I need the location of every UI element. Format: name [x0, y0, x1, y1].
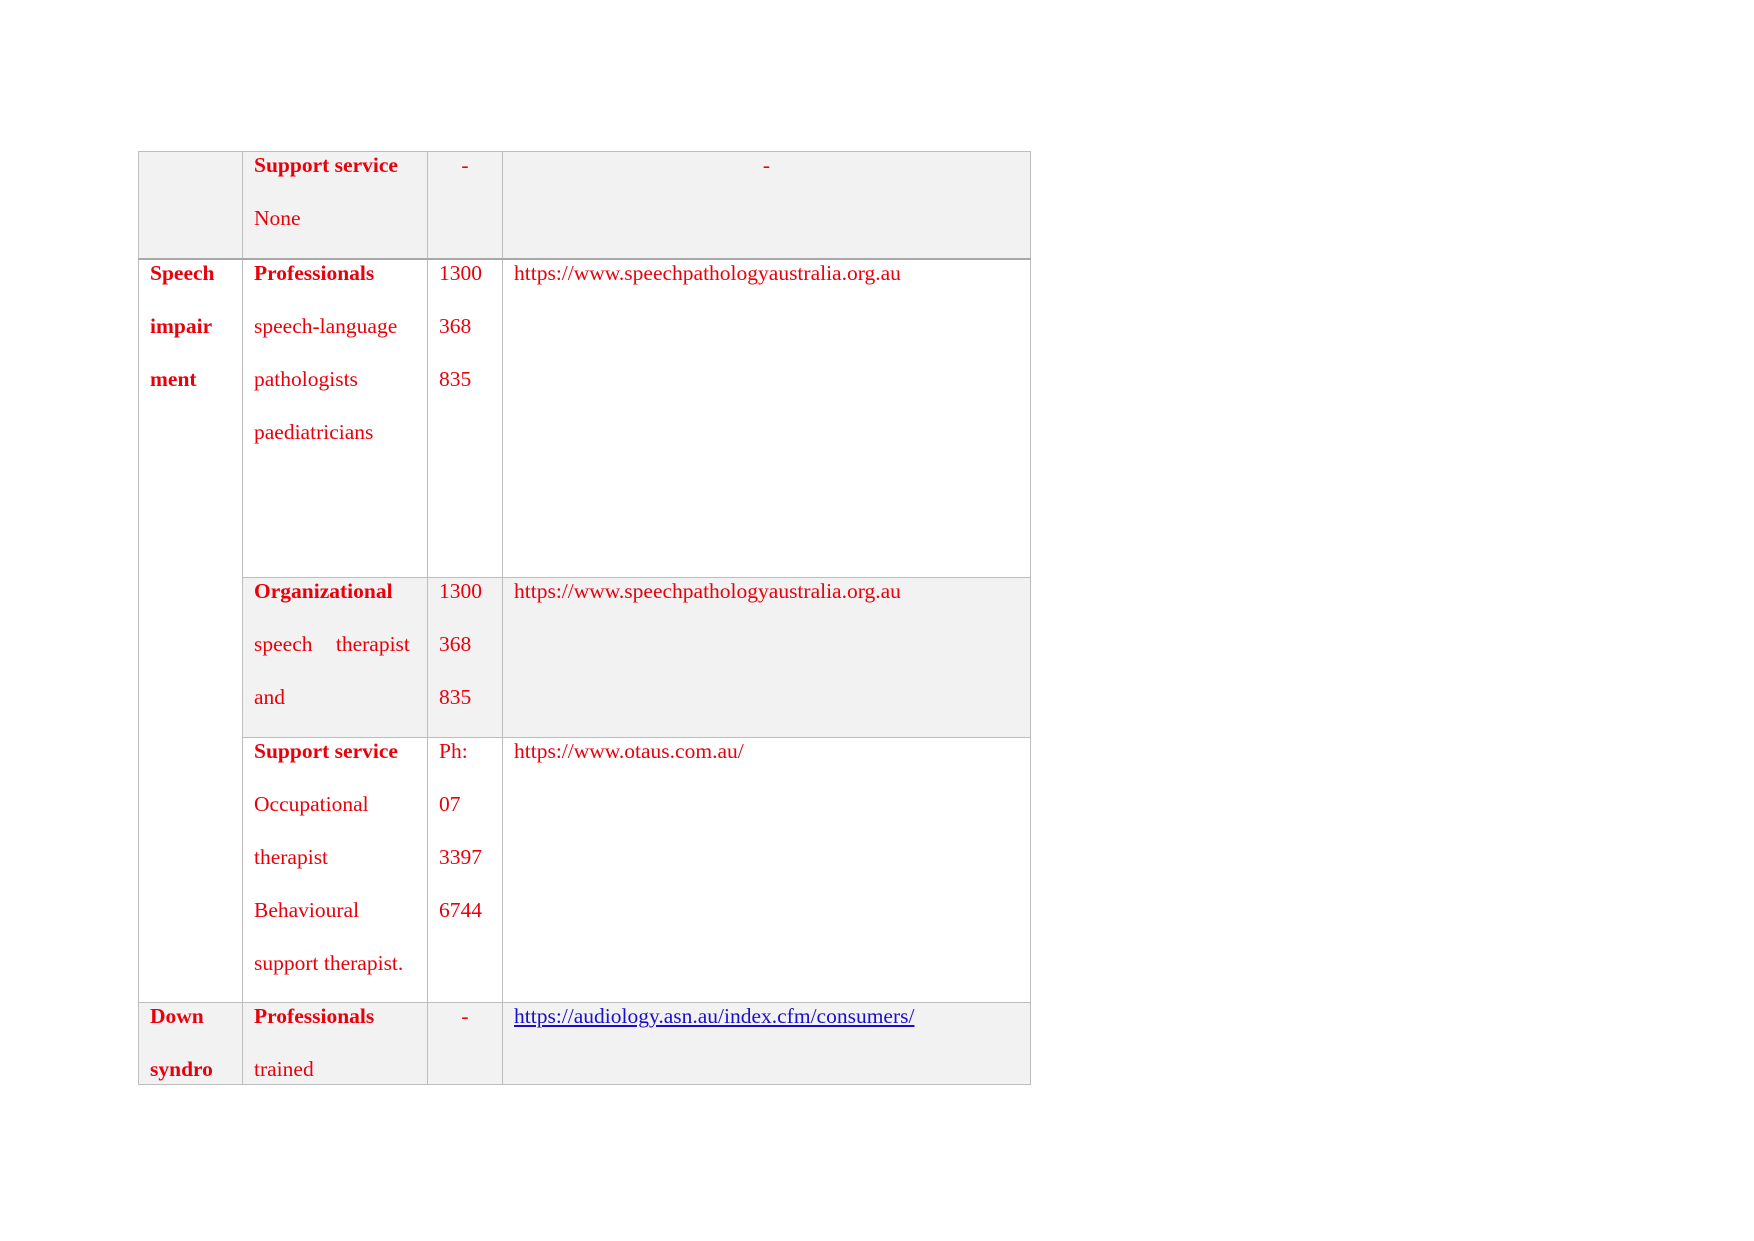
url-text: https://www.speechpathologyaustralia.org… — [514, 260, 901, 285]
table-row: Organizational speech therapist and 1300… — [139, 577, 1031, 738]
service-line: pathologists — [254, 366, 358, 391]
service-line: Occupational — [254, 792, 369, 816]
phone-cell: - — [427, 151, 503, 260]
service-line: speech-language — [254, 313, 398, 338]
condition-cell: Speech impair ment — [138, 258, 243, 1003]
phone-line: - — [461, 153, 469, 177]
url-cell: - — [502, 151, 1031, 260]
audiology-link[interactable]: https://audiology.asn.au/index.cfm/consu… — [514, 1004, 1019, 1044]
service-cell: Support service None — [242, 151, 428, 260]
service-cell: Organizational speech therapist and — [242, 577, 428, 738]
phone-cell: 1300 368 835 — [427, 258, 503, 578]
service-title: Professionals — [254, 260, 375, 285]
service-line: trained — [254, 1057, 314, 1081]
condition-line: syndro — [150, 1057, 213, 1081]
phone-cell: - — [427, 1002, 503, 1085]
condition-line: ment — [150, 366, 197, 391]
service-title: Support service — [254, 739, 398, 763]
url-text: - — [762, 153, 771, 177]
condition-line: Speech — [150, 260, 215, 285]
phone-line: 6744 — [439, 898, 482, 922]
service-cell: Professionals trained — [242, 1002, 428, 1085]
url-cell: https://audiology.asn.au/index.cfm/consu… — [502, 1002, 1031, 1085]
service-cell: Support service Occupational therapist B… — [242, 737, 428, 1003]
service-line: paediatricians — [254, 419, 374, 444]
service-line: speech therapist — [254, 632, 410, 656]
condition-line: impair — [150, 313, 213, 338]
url-cell: https://www.speechpathologyaustralia.org… — [502, 258, 1031, 578]
phone-line: 835 — [439, 685, 472, 709]
service-title: Support service — [254, 153, 398, 177]
phone-line: 3397 — [439, 845, 482, 869]
phone-line: 07 — [439, 792, 461, 816]
phone-line: - — [461, 1004, 469, 1028]
phone-line: 368 — [439, 313, 472, 338]
url-text: https://www.speechpathologyaustralia.org… — [514, 579, 901, 603]
phone-cell: Ph: 07 3397 6744 — [427, 737, 503, 1003]
url-text: https://www.otaus.com.au/ — [514, 739, 744, 763]
condition-cell — [138, 151, 243, 260]
phone-line: 1300 — [439, 260, 482, 285]
condition-cell: Down syndro — [138, 1002, 243, 1085]
condition-line: Down — [150, 1004, 204, 1028]
table-row: Down syndro Professionals trained - http… — [138, 1002, 1031, 1085]
service-line: support therapist. — [254, 951, 404, 975]
service-title: Organizational — [254, 579, 393, 603]
table-row: Speech impair ment Professionals speech-… — [138, 258, 1031, 1003]
url-cell: https://www.speechpathologyaustralia.org… — [502, 577, 1031, 738]
service-line: therapist — [254, 845, 329, 869]
table-row: Support service Occupational therapist B… — [139, 737, 1031, 1003]
phone-cell: 1300 368 835 — [427, 577, 503, 738]
service-line: Behavioural — [254, 898, 360, 922]
service-line: and — [254, 685, 286, 709]
phone-line: 368 — [439, 632, 472, 656]
service-line: None — [254, 206, 301, 230]
services-table: Support service None - - Speech impair m… — [138, 151, 1031, 1085]
service-cell: Professionals speech-language pathologis… — [242, 258, 428, 578]
phone-line: 1300 — [439, 579, 482, 603]
service-title: Professionals — [254, 1004, 375, 1028]
table-row: Support service None - - — [138, 151, 1031, 260]
phone-line: 835 — [439, 366, 472, 391]
url-cell: https://www.otaus.com.au/ — [502, 737, 1031, 1003]
phone-line: Ph: — [439, 739, 468, 763]
